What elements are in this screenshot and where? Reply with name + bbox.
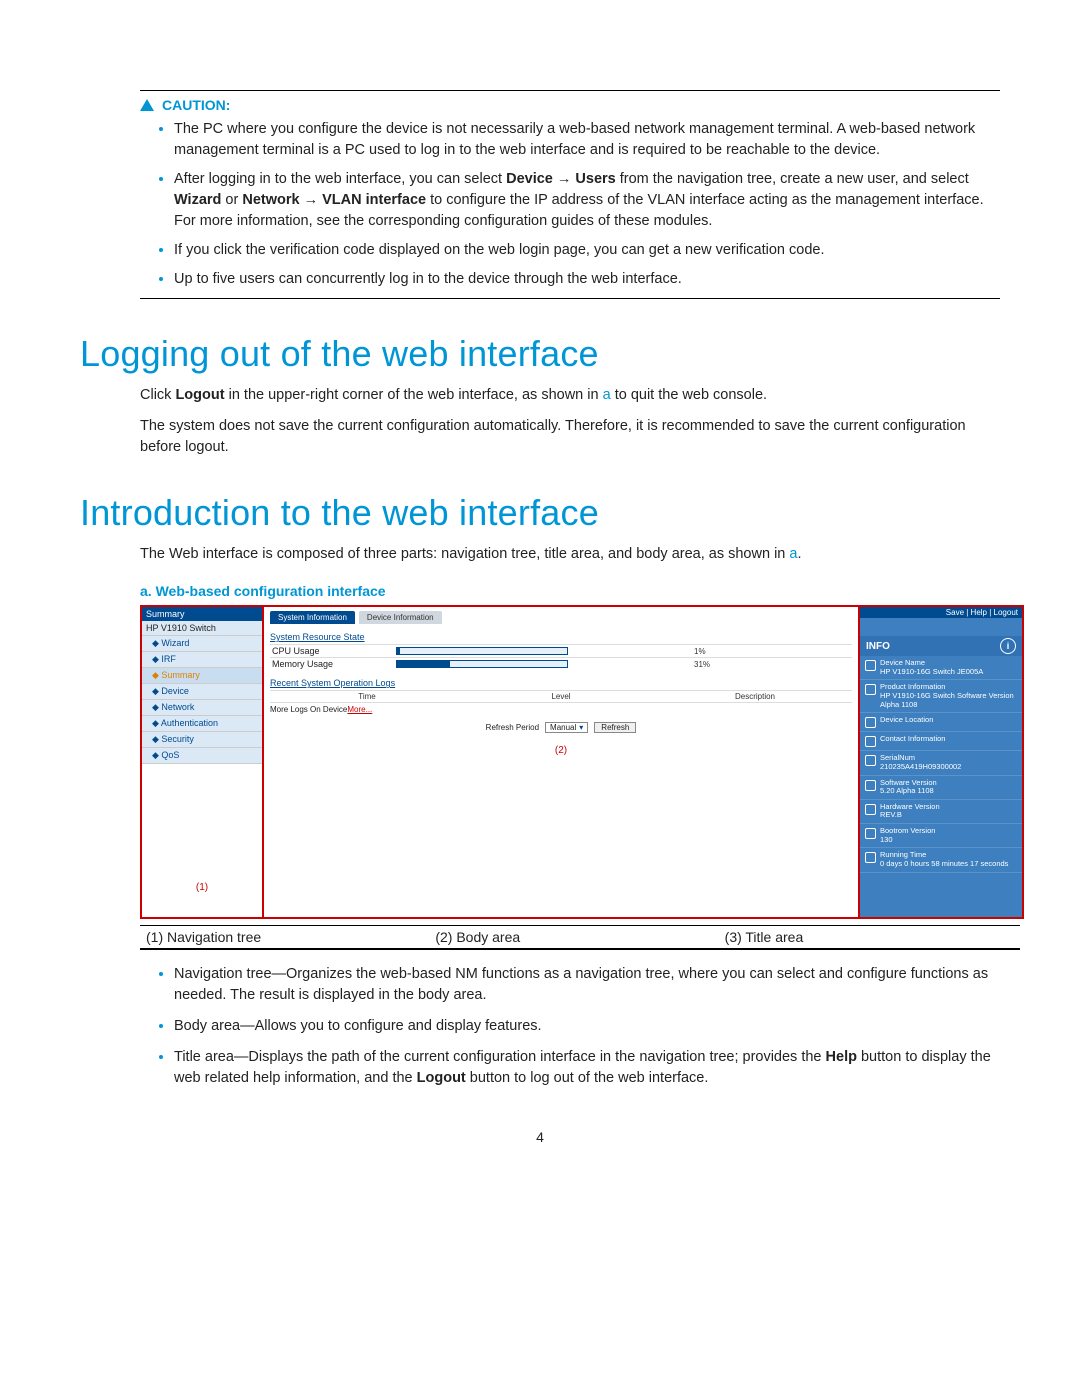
paragraph: The system does not save the current con… — [140, 416, 1000, 458]
feature-item: Body area—Allows you to configure and di… — [174, 1016, 1000, 1037]
paragraph: Click Logout in the upper-right corner o… — [140, 385, 1000, 406]
info-row-icon — [865, 660, 876, 671]
legend-item: (1) Navigation tree — [146, 929, 435, 945]
caution-item: Up to five users can concurrently log in… — [174, 269, 1000, 290]
screenshot-topbar: Save | Help | Logout — [860, 607, 1022, 618]
figure-ref: a — [603, 387, 611, 403]
screenshot-nav-item: ◆ IRF — [142, 652, 262, 668]
caution-icon — [140, 99, 154, 111]
annotation-num-1: (1) — [196, 882, 208, 893]
annotation-num-2: (2) — [264, 745, 858, 756]
screenshot-nav-item: ◆ Security — [142, 732, 262, 748]
screenshot-nav-item: ◆ Wizard — [142, 636, 262, 652]
screenshot-nav-item: ◆ Device — [142, 684, 262, 700]
info-row-icon — [865, 780, 876, 791]
info-row: Software Version5.20 Alpha 1108 — [860, 776, 1022, 800]
info-row: Device Location — [860, 713, 1022, 732]
info-row-icon — [865, 684, 876, 695]
caution-item: The PC where you configure the device is… — [174, 119, 1000, 161]
caution-item: If you click the verification code displ… — [174, 240, 1000, 261]
feature-item: Title area—Displays the path of the curr… — [174, 1047, 1000, 1089]
caution-heading: CAUTION: — [140, 97, 1000, 113]
caution-list: The PC where you configure the device is… — [174, 119, 1000, 290]
screenshot-section-label: System Resource State — [270, 632, 852, 642]
caution-label: CAUTION: — [162, 97, 230, 113]
screenshot-body-area: System Information Device Information Sy… — [264, 607, 860, 917]
info-row: Contact Information — [860, 732, 1022, 751]
info-row-icon — [865, 717, 876, 728]
screenshot-nav-item: ◆ Summary — [142, 668, 262, 684]
info-row: SerialNum210235A419H09300002 — [860, 751, 1022, 775]
legend-item: (2) Body area — [435, 929, 724, 945]
more-link: More... — [347, 705, 372, 714]
screenshot-device-title: HP V1910 Switch — [142, 621, 262, 636]
paragraph: The Web interface is composed of three p… — [140, 544, 1000, 565]
screenshot-nav-header: Summary — [142, 607, 262, 621]
screenshot-nav-item: ◆ Authentication — [142, 716, 262, 732]
section-heading-intro: Introduction to the web interface — [80, 492, 1000, 534]
caution-item: After logging in to the web interface, y… — [174, 169, 1000, 232]
info-row-icon — [865, 755, 876, 766]
info-row-icon — [865, 852, 876, 863]
screenshot-nav-item: ◆ Network — [142, 700, 262, 716]
info-row: Product InformationHP V1910-16G Switch S… — [860, 680, 1022, 713]
caution-block: CAUTION: The PC where you configure the … — [140, 90, 1000, 299]
info-panel-header: INFO i — [860, 636, 1022, 656]
info-row: Hardware VersionREV.B — [860, 800, 1022, 824]
screenshot-title-area: Save | Help | Logout INFO i Device NameH… — [860, 607, 1022, 917]
screenshot-section-label: Recent System Operation Logs — [270, 678, 852, 688]
feature-item: Navigation tree—Organizes the web-based … — [174, 964, 1000, 1006]
refresh-button: Refresh — [594, 722, 636, 733]
screenshot-tab: Device Information — [359, 611, 442, 624]
feature-list: Navigation tree—Organizes the web-based … — [174, 964, 1000, 1089]
info-row-icon — [865, 736, 876, 747]
info-icon: i — [1000, 638, 1016, 654]
screenshot-nav-tree: Summary HP V1910 Switch ◆ Wizard◆ IRF◆ S… — [142, 607, 264, 917]
info-row-icon — [865, 828, 876, 839]
page-number: 4 — [80, 1129, 1000, 1145]
section-heading-logout: Logging out of the web interface — [80, 333, 1000, 375]
legend-item: (3) Title area — [725, 929, 1014, 945]
info-row: Device NameHP V1910-16G Switch JE005A — [860, 656, 1022, 680]
screenshot-tab: System Information — [270, 611, 355, 624]
info-row: Bootrom Version130 — [860, 824, 1022, 848]
figure-label: a. Web-based configuration interface — [140, 583, 1000, 599]
info-row-icon — [865, 804, 876, 815]
figure-legend: (1) Navigation tree (2) Body area (3) Ti… — [140, 925, 1020, 950]
figure-screenshot: Summary HP V1910 Switch ◆ Wizard◆ IRF◆ S… — [140, 605, 1024, 919]
refresh-select: Manual▾ — [545, 722, 588, 733]
screenshot-nav-item: ◆ QoS — [142, 748, 262, 764]
info-row: Running Time0 days 0 hours 58 minutes 17… — [860, 848, 1022, 872]
